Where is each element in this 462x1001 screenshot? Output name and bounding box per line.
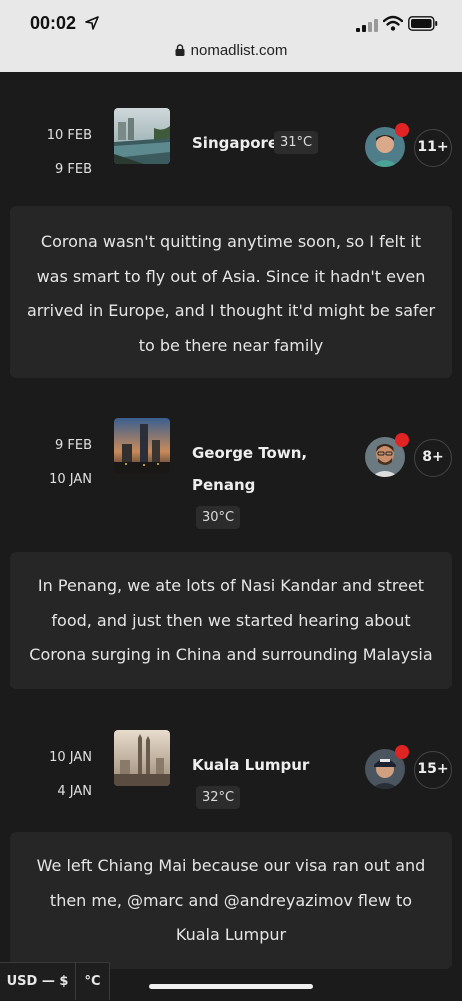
- currency-unit-bar: USD — $ °C: [0, 962, 110, 1000]
- city-photo[interactable]: [114, 108, 170, 164]
- temperature-unit-toggle[interactable]: °C: [76, 963, 109, 1000]
- trip-date-end: 9 FEB: [54, 438, 92, 453]
- status-bar: 00:02 nomadlist.com: [0, 0, 462, 72]
- currency-toggle[interactable]: USD — $: [0, 963, 76, 1000]
- temperature-badge: 32°C: [196, 786, 241, 809]
- city-name[interactable]: George Town,: [192, 437, 307, 469]
- temperature-badge: 31°C: [274, 131, 319, 154]
- others-count-badge[interactable]: 11+: [414, 129, 452, 167]
- url-text: nomadlist.com: [190, 42, 288, 59]
- battery-icon: [408, 16, 438, 31]
- trip-note: In Penang, we ate lots of Nasi Kandar an…: [10, 552, 452, 689]
- address-bar[interactable]: nomadlist.com: [0, 42, 462, 59]
- trip-note: We left Chiang Mai because our visa ran …: [10, 832, 452, 969]
- others-count-badge[interactable]: 8+: [414, 439, 452, 477]
- city-name[interactable]: Singapore: [192, 127, 278, 159]
- city-name[interactable]: Kuala Lumpur: [192, 749, 309, 781]
- status-time: 00:02: [30, 13, 77, 33]
- city-name-line2[interactable]: Penang: [192, 469, 255, 501]
- temperature-badge: 30°C: [196, 506, 241, 529]
- cellular-signal-icon: [356, 19, 378, 32]
- heart-badge-icon: [395, 745, 409, 759]
- trip-date-start: 10 JAN: [49, 472, 92, 487]
- trip-date-start: 9 FEB: [54, 162, 92, 177]
- trip-note-text: We left Chiang Mai because our visa ran …: [36, 856, 426, 944]
- heart-badge-icon: [395, 123, 409, 137]
- trip-date-end: 10 FEB: [46, 128, 92, 143]
- trip-dates: 10 FEB 9 FEB: [20, 119, 92, 187]
- trip-note-text: Corona wasn't quitting anytime soon, so …: [26, 232, 436, 355]
- trip-note-text: In Penang, we ate lots of Nasi Kandar an…: [29, 576, 433, 664]
- others-count-badge[interactable]: 15+: [414, 751, 452, 789]
- heart-badge-icon: [395, 433, 409, 447]
- location-arrow-icon: [85, 16, 99, 30]
- city-photo[interactable]: [114, 730, 170, 786]
- home-indicator[interactable]: [149, 984, 313, 989]
- trip-date-end: 10 JAN: [49, 750, 92, 765]
- trip-dates: 10 JAN 4 JAN: [20, 741, 92, 809]
- trip-note: Corona wasn't quitting anytime soon, so …: [10, 206, 452, 378]
- wifi-icon: [383, 15, 403, 31]
- city-photo[interactable]: [114, 418, 170, 474]
- trip-date-start: 4 JAN: [57, 784, 92, 799]
- lock-icon: [175, 44, 185, 56]
- trip-dates: 9 FEB 10 JAN: [20, 429, 92, 497]
